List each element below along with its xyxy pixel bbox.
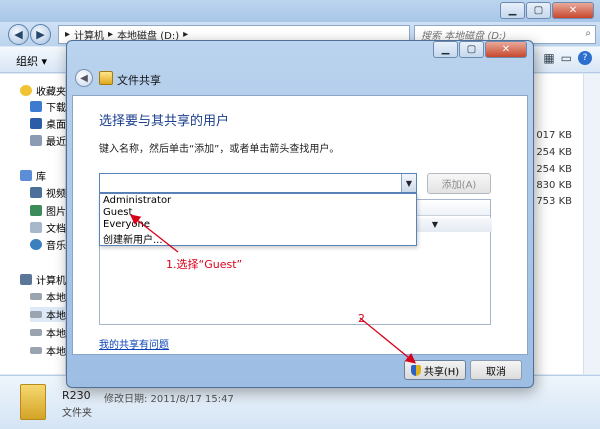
sidebar-item-drive[interactable]: 本地: [30, 325, 66, 340]
dropdown-option-everyone[interactable]: Everyone: [103, 219, 150, 230]
share-button-label: 共享(H): [423, 366, 460, 378]
sidebar-item-pictures[interactable]: 图片: [30, 203, 66, 218]
dropdown-option-create-user[interactable]: 创建新用户...: [103, 231, 163, 246]
breadcrumb-separator-icon: ▸: [183, 29, 189, 40]
dialog-heading: 选择要与其共享的用户: [99, 114, 230, 129]
back-arrow-icon: ◀: [14, 28, 23, 41]
drive-icon: [30, 293, 42, 300]
dropdown-option-administrator[interactable]: Administrator: [103, 195, 171, 206]
search-icon: ⌕: [585, 28, 591, 39]
help-icon[interactable]: ?: [578, 51, 592, 65]
sidebar-item-drive[interactable]: 本地: [30, 343, 66, 358]
back-button[interactable]: ◀: [8, 24, 29, 45]
explorer-titlebar: ▁ ▢ ✕: [0, 0, 600, 22]
desktop-icon: [30, 118, 42, 129]
drive-icon: [30, 347, 42, 354]
videos-icon: [30, 187, 42, 198]
add-button[interactable]: 添加(A): [427, 173, 491, 194]
documents-icon: [30, 222, 42, 233]
breadcrumb-separator-icon: ▸: [108, 29, 114, 40]
sidebar-item-downloads[interactable]: 下载: [30, 99, 66, 114]
dialog-body: 选择要与其共享的用户 键入名称，然后单击“添加”，或者单击箭头查找用户。 ▼ 添…: [72, 95, 528, 355]
maximize-button[interactable]: ▢: [526, 2, 551, 19]
downloads-icon: [30, 101, 42, 112]
cancel-button[interactable]: 取消: [470, 360, 522, 380]
minimize-icon: ▁: [508, 5, 517, 16]
file-sharing-app-icon: [99, 71, 113, 85]
pictures-icon: [30, 205, 42, 216]
dialog-minimize-button[interactable]: ▁: [433, 41, 458, 58]
computer-icon: ▸: [65, 29, 71, 40]
file-size: 017 KB: [536, 130, 572, 141]
file-size: 830 KB: [536, 180, 572, 191]
chevron-down-icon: ▼: [431, 220, 438, 229]
dialog-header: ◀ 文件共享: [71, 63, 529, 95]
sidebar-item-drive[interactable]: 本地: [30, 307, 66, 322]
close-icon: ✕: [501, 44, 511, 55]
dialog-back-button[interactable]: ◀: [75, 69, 93, 87]
maximize-icon: ▢: [533, 5, 544, 16]
maximize-icon: ▢: [466, 44, 477, 55]
minimize-button[interactable]: ▁: [500, 2, 525, 19]
file-sharing-dialog: ▁ ▢ ✕ ◀ 文件共享 选择要与其共享的用户 键入名称，然后单击“添加”，或者…: [66, 40, 534, 388]
uac-shield-icon: [410, 364, 421, 376]
folder-icon: [20, 384, 46, 420]
sidebar-item-desktop[interactable]: 桌面: [30, 116, 66, 131]
share-button[interactable]: 共享(H): [404, 360, 466, 380]
sidebar-item-documents[interactable]: 文档: [30, 220, 66, 235]
dialog-maximize-button[interactable]: ▢: [459, 41, 484, 58]
dialog-footer: 共享(H) 取消: [72, 355, 528, 387]
dialog-window-controls: ▁ ▢ ✕: [432, 41, 527, 58]
minimize-icon: ▁: [441, 44, 450, 55]
sidebar-item-drive[interactable]: 本地: [30, 289, 66, 304]
recent-places-icon: [30, 135, 42, 146]
preview-pane-icon[interactable]: ▭: [561, 51, 572, 65]
view-icon[interactable]: ▦: [543, 51, 554, 65]
annotation-step1: 1.选择“Guest”: [166, 258, 243, 271]
computer-icon: [20, 274, 32, 285]
file-size: 753 KB: [536, 196, 572, 207]
back-arrow-icon: ◀: [80, 72, 88, 84]
toolbar-right: ▦ ▭ ?: [543, 51, 592, 65]
selected-item-type: 文件夹: [62, 408, 92, 419]
drive-icon: [30, 329, 42, 336]
library-icon: [20, 170, 32, 181]
forward-arrow-icon: ▶: [36, 28, 45, 41]
dialog-instruction: 键入名称，然后单击“添加”，或者单击箭头查找用户。: [99, 144, 340, 155]
user-name-combobox[interactable]: ▼: [99, 173, 417, 193]
drive-icon: [30, 311, 42, 318]
music-icon: [30, 239, 42, 250]
file-size: 254 KB: [536, 147, 572, 158]
dropdown-option-guest[interactable]: Guest: [103, 207, 132, 218]
sidebar-item-music[interactable]: 音乐: [30, 237, 66, 252]
file-list-scrollbar[interactable]: [583, 74, 600, 374]
navigation-pane: 收藏夹 下载 桌面 最近 库 视频 图片 文档 音乐 计算机 本地 本地 本地 …: [0, 74, 66, 389]
sidebar-item-videos[interactable]: 视频: [30, 185, 66, 200]
sidebar-favorites[interactable]: 收藏夹: [20, 83, 66, 98]
close-icon: ✕: [568, 5, 578, 16]
user-dropdown-list: Administrator Guest Everyone 创建新用户...: [99, 193, 417, 246]
dialog-close-button[interactable]: ✕: [485, 41, 527, 58]
explorer-window-controls: ▁ ▢ ✕: [499, 2, 594, 19]
organize-button[interactable]: 组织 ▾: [16, 53, 47, 69]
selected-item-modified: 修改日期: 2011/8/17 15:47: [104, 394, 234, 405]
annotation-step2: 2: [358, 312, 365, 325]
sidebar-item-recent[interactable]: 最近: [30, 133, 66, 148]
sidebar-computer[interactable]: 计算机: [20, 272, 66, 287]
sharing-help-link[interactable]: 我的共享有问题: [99, 336, 169, 351]
file-size: 254 KB: [536, 164, 572, 175]
forward-button[interactable]: ▶: [30, 24, 51, 45]
sidebar-libraries[interactable]: 库: [20, 168, 46, 183]
combobox-dropdown-button[interactable]: ▼: [401, 174, 416, 192]
close-button[interactable]: ✕: [552, 2, 594, 19]
dialog-title: 文件共享: [117, 74, 161, 87]
chevron-down-icon: ▼: [405, 178, 413, 188]
star-icon: [20, 85, 32, 96]
selected-item-name: R230: [62, 389, 91, 402]
